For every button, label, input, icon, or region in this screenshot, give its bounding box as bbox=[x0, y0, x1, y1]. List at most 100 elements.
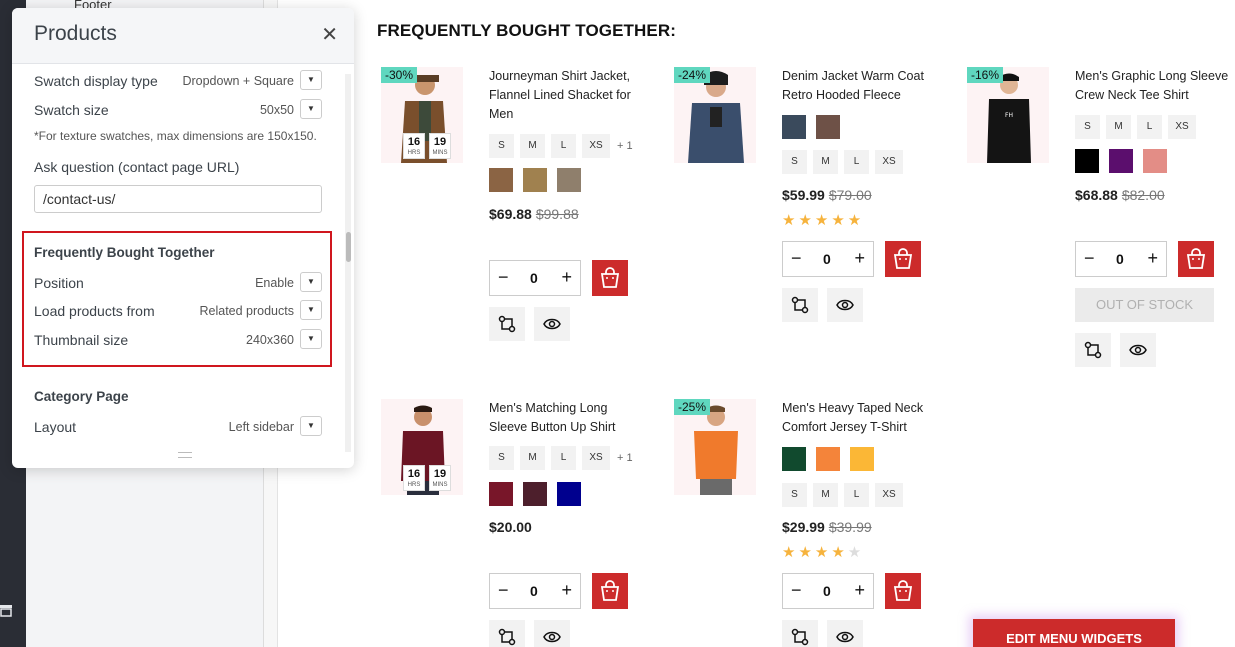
color-swatch[interactable] bbox=[816, 447, 840, 471]
color-swatch[interactable] bbox=[489, 482, 513, 506]
product-image[interactable]: 16 HRS 19 MINS bbox=[381, 399, 463, 495]
size-option-xs[interactable]: XS bbox=[875, 150, 903, 174]
color-swatch[interactable] bbox=[557, 482, 581, 506]
size-option-l[interactable]: L bbox=[844, 483, 869, 507]
panel-title: Products bbox=[34, 22, 117, 45]
chevron-down-icon[interactable]: ▼ bbox=[300, 329, 322, 349]
minus-icon[interactable]: − bbox=[791, 248, 802, 269]
minus-icon[interactable]: − bbox=[498, 580, 509, 601]
color-swatch[interactable] bbox=[523, 168, 547, 192]
quantity-stepper: − 0 + bbox=[489, 573, 581, 609]
more-sizes[interactable]: + 1 bbox=[617, 134, 633, 158]
size-option-m[interactable]: M bbox=[813, 150, 838, 174]
product-image[interactable]: -24% bbox=[674, 67, 756, 163]
product-name[interactable]: Journeyman Shirt Jacket, Flannel Lined S… bbox=[489, 67, 649, 124]
contact-url-input[interactable]: /contact-us/ bbox=[34, 185, 322, 213]
fbt-section-title: Frequently Bought Together bbox=[34, 245, 215, 260]
product-image[interactable]: FH -16% bbox=[967, 67, 1049, 163]
chevron-down-icon[interactable]: ▼ bbox=[300, 99, 322, 119]
plus-icon[interactable]: + bbox=[1147, 248, 1158, 269]
size-option-s[interactable]: S bbox=[782, 483, 807, 507]
size-option-l[interactable]: L bbox=[551, 446, 576, 470]
color-swatch[interactable] bbox=[782, 115, 806, 139]
minus-icon[interactable]: − bbox=[498, 267, 509, 288]
color-swatch[interactable] bbox=[1109, 149, 1133, 173]
shopping-bag-icon bbox=[1186, 248, 1206, 269]
size-option-xs[interactable]: XS bbox=[875, 483, 903, 507]
quick-view-button[interactable] bbox=[827, 620, 863, 647]
size-option-xs[interactable]: XS bbox=[1168, 115, 1196, 139]
size-option-m[interactable]: M bbox=[520, 134, 545, 158]
fbt-thumb-size-value: 240x360 bbox=[246, 333, 294, 347]
minus-icon[interactable]: − bbox=[791, 580, 802, 601]
color-swatch[interactable] bbox=[850, 447, 874, 471]
minus-icon[interactable]: − bbox=[1084, 248, 1095, 269]
size-option-s[interactable]: S bbox=[782, 150, 807, 174]
size-option-l[interactable]: L bbox=[551, 134, 576, 158]
plus-icon[interactable]: + bbox=[854, 248, 865, 269]
edit-menu-widgets-button[interactable]: EDIT MENU WIDGETS bbox=[973, 619, 1175, 647]
size-option-xs[interactable]: XS bbox=[582, 134, 610, 158]
chevron-down-icon[interactable]: ▼ bbox=[300, 70, 322, 90]
quick-view-button[interactable] bbox=[827, 288, 863, 322]
size-option-m[interactable]: M bbox=[520, 446, 545, 470]
compare-button[interactable] bbox=[782, 288, 818, 322]
color-swatch[interactable] bbox=[1143, 149, 1167, 173]
add-to-cart-button[interactable] bbox=[885, 573, 921, 609]
plus-icon[interactable]: + bbox=[561, 267, 572, 288]
add-to-cart-button[interactable] bbox=[885, 241, 921, 277]
add-to-cart-button[interactable] bbox=[592, 260, 628, 296]
size-option-m[interactable]: M bbox=[813, 483, 838, 507]
compare-button[interactable] bbox=[1075, 333, 1111, 367]
product-name[interactable]: Denim Jacket Warm Coat Retro Hooded Flee… bbox=[782, 67, 942, 105]
panel-scroll-thumb[interactable] bbox=[346, 232, 351, 262]
product-image[interactable]: -30% 16 HRS 19 MINS bbox=[381, 67, 463, 163]
swatch-size-row: Swatch size 50x50 ▼ bbox=[34, 99, 322, 121]
close-icon[interactable]: ✕ bbox=[321, 22, 338, 47]
compare-button[interactable] bbox=[782, 620, 818, 647]
product-name[interactable]: Men's Graphic Long Sleeve Crew Neck Tee … bbox=[1075, 67, 1235, 105]
color-swatch[interactable] bbox=[816, 115, 840, 139]
more-sizes[interactable]: + 1 bbox=[617, 446, 633, 470]
chevron-down-icon[interactable]: ▼ bbox=[300, 416, 322, 436]
size-option-xs[interactable]: XS bbox=[582, 446, 610, 470]
size-option-s[interactable]: S bbox=[489, 134, 514, 158]
product-name[interactable]: Men's Matching Long Sleeve Button Up Shi… bbox=[489, 399, 649, 437]
quick-view-button[interactable] bbox=[534, 307, 570, 341]
quantity-value[interactable]: 0 bbox=[530, 270, 538, 286]
chevron-down-icon[interactable]: ▼ bbox=[300, 300, 322, 320]
product-name[interactable]: Men's Heavy Taped Neck Comfort Jersey T-… bbox=[782, 399, 942, 437]
quantity-value[interactable]: 0 bbox=[823, 583, 831, 599]
color-swatch[interactable] bbox=[489, 168, 513, 192]
product-card: -30% 16 HRS 19 MINS Journeyman Shirt Jacke… bbox=[381, 67, 671, 341]
plus-icon[interactable]: + bbox=[561, 580, 572, 601]
size-option-s[interactable]: S bbox=[1075, 115, 1100, 139]
compare-button[interactable] bbox=[489, 307, 525, 341]
out-of-stock-button[interactable]: OUT OF STOCK bbox=[1075, 288, 1214, 322]
color-swatch[interactable] bbox=[557, 168, 581, 192]
quick-view-button[interactable] bbox=[1120, 333, 1156, 367]
chevron-down-icon[interactable]: ▼ bbox=[300, 272, 322, 292]
discount-badge: -25% bbox=[674, 399, 711, 415]
quick-view-button[interactable] bbox=[534, 620, 570, 647]
store-icon[interactable] bbox=[0, 603, 12, 621]
add-to-cart-button[interactable] bbox=[592, 573, 628, 609]
quantity-value[interactable]: 0 bbox=[823, 251, 831, 267]
product-image[interactable]: -25% bbox=[674, 399, 756, 495]
size-option-l[interactable]: L bbox=[1137, 115, 1162, 139]
color-swatch[interactable] bbox=[782, 447, 806, 471]
quantity-value[interactable]: 0 bbox=[1116, 251, 1124, 267]
add-to-cart-button[interactable] bbox=[1178, 241, 1214, 277]
compare-button[interactable] bbox=[489, 620, 525, 647]
color-swatches bbox=[782, 447, 884, 471]
size-option-s[interactable]: S bbox=[489, 446, 514, 470]
plus-icon[interactable]: + bbox=[854, 580, 865, 601]
size-option-m[interactable]: M bbox=[1106, 115, 1131, 139]
quantity-value[interactable]: 0 bbox=[530, 583, 538, 599]
color-swatch[interactable] bbox=[1075, 149, 1099, 173]
size-option-l[interactable]: L bbox=[844, 150, 869, 174]
panel-scrollbar[interactable] bbox=[345, 74, 351, 452]
fbt-heading: FREQUENTLY BOUGHT TOGETHER: bbox=[377, 21, 676, 40]
color-swatch[interactable] bbox=[523, 482, 547, 506]
panel-resize-handle[interactable] bbox=[178, 452, 192, 458]
